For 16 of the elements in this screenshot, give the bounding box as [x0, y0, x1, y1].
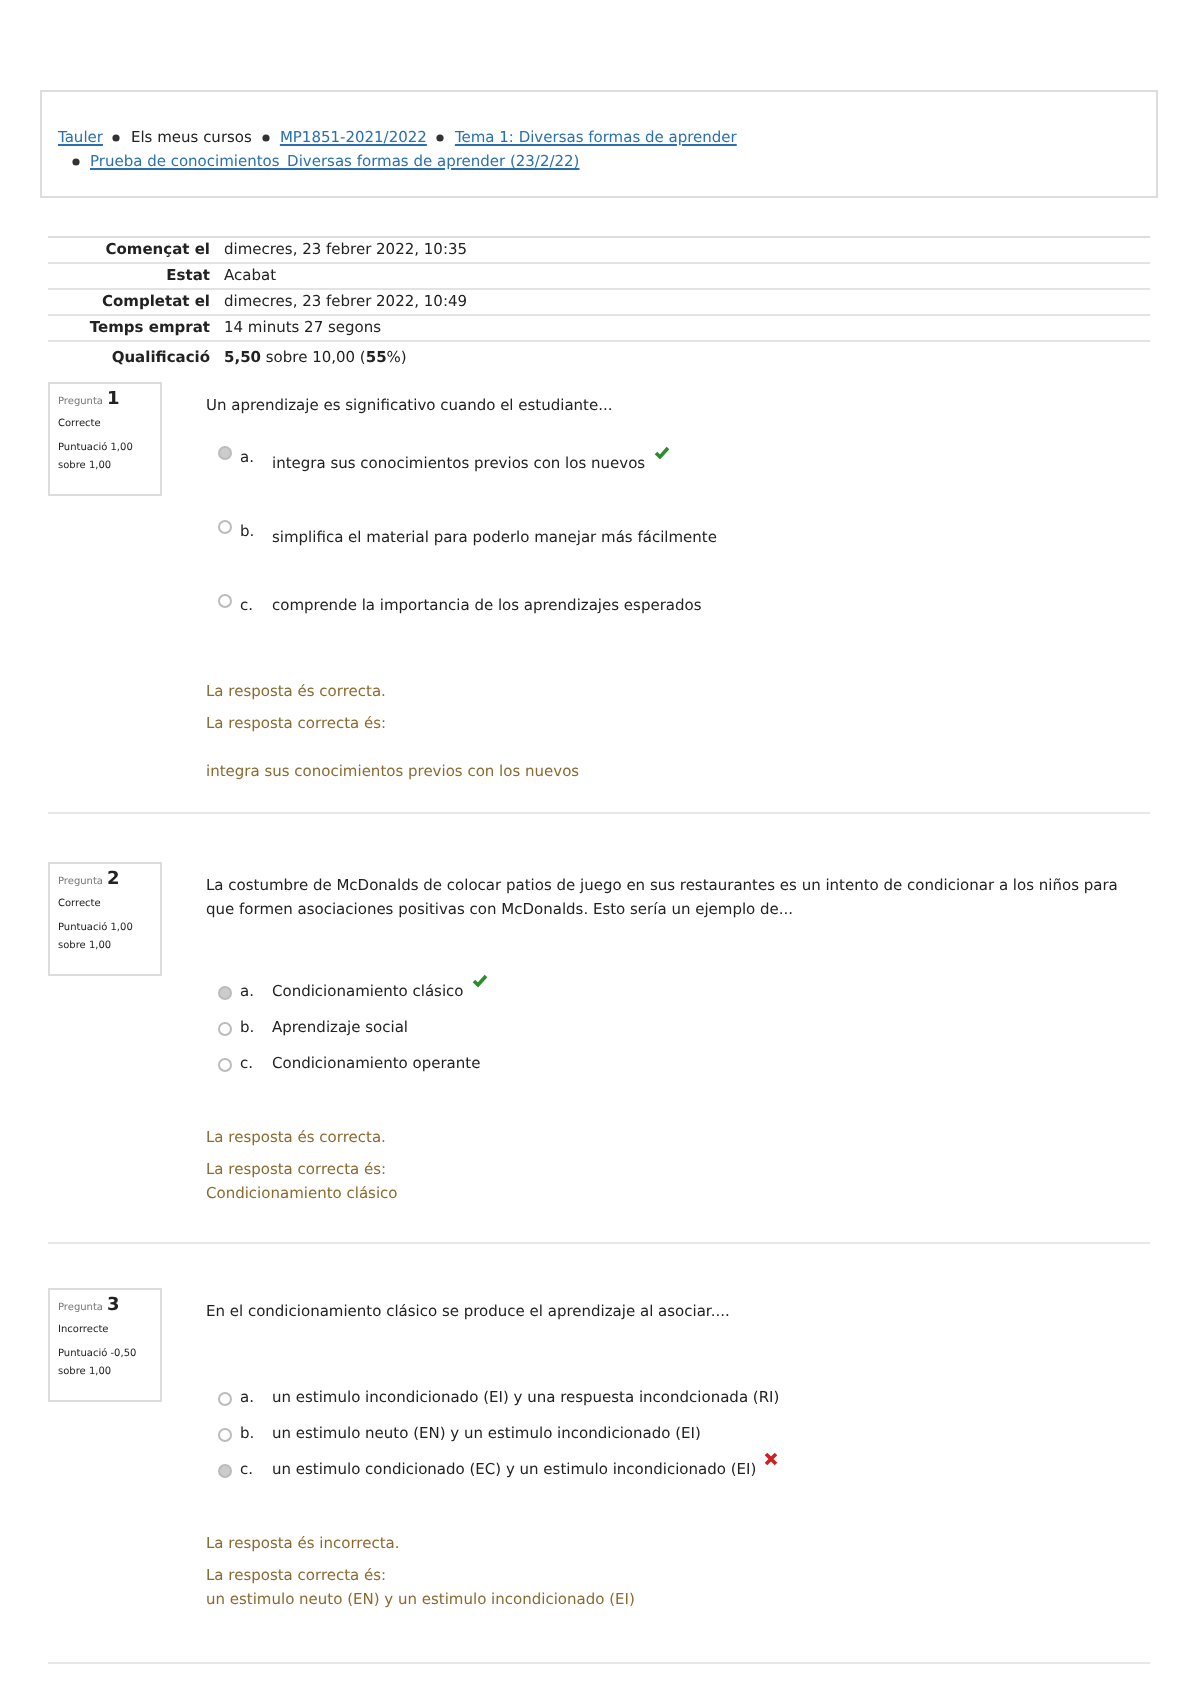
radio-button[interactable] [218, 1427, 232, 1441]
radio-button[interactable] [218, 446, 232, 460]
question-number: 3 [107, 1298, 120, 1316]
separator-icon [112, 134, 121, 142]
radio-button[interactable] [218, 1391, 232, 1405]
radio-button[interactable] [218, 594, 232, 608]
separator-icon [72, 158, 80, 166]
question-number: 2 [107, 872, 120, 890]
separator-icon [261, 134, 270, 142]
question-number: 1 [107, 392, 120, 410]
radio-button[interactable] [218, 1463, 232, 1477]
radio-button[interactable] [218, 1021, 232, 1035]
radio-button[interactable] [218, 1057, 232, 1071]
radio-button[interactable] [218, 985, 232, 999]
separator-icon [436, 134, 445, 142]
radio-button[interactable] [218, 520, 232, 534]
